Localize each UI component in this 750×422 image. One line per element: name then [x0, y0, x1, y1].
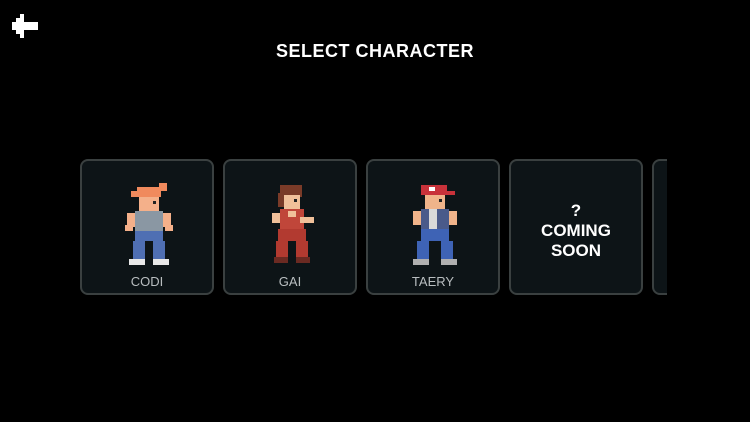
coming-soon-card[interactable]: ? COMING SOON [509, 159, 643, 295]
next-character-card[interactable] [652, 159, 667, 295]
character-card-gai[interactable]: GAI [223, 159, 357, 295]
character-name: GAI [278, 274, 302, 289]
coming-soon-line2: SOON [550, 241, 602, 260]
character-carousel[interactable]: CODI GAI TAERY ? COMING SOON [80, 159, 667, 299]
taery-sprite [405, 181, 465, 271]
back-arrow-icon [8, 10, 40, 42]
coming-soon-text: ? COMING SOON [511, 201, 641, 261]
page-title: SELECT CHARACTER [275, 41, 474, 61]
back-button[interactable] [8, 10, 40, 42]
character-select-screen: SELECT CHARACTER CODI GAI TAERY ? COMING… [0, 0, 750, 422]
character-name: TAERY [411, 274, 455, 289]
character-name: CODI [130, 274, 164, 289]
gai-sprite [262, 181, 322, 271]
character-card-taery[interactable]: TAERY [366, 159, 500, 295]
coming-soon-line1: COMING [541, 221, 611, 240]
codi-sprite [119, 181, 179, 271]
character-card-codi[interactable]: CODI [80, 159, 214, 295]
question-mark: ? [570, 201, 582, 220]
